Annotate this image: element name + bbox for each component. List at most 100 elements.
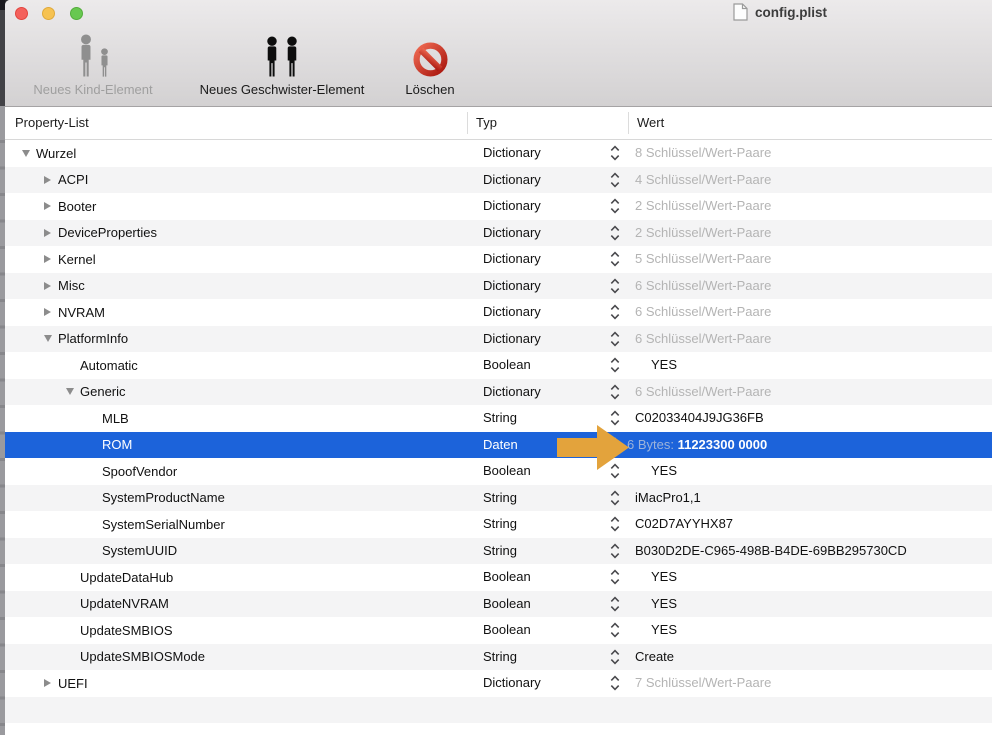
- row-type-cell[interactable]: Daten: [483, 432, 518, 459]
- disclosure-triangle-collapsed[interactable]: [44, 282, 51, 290]
- row-value-cell[interactable]: 4 Schlüssel/Wert-Paare: [635, 167, 771, 194]
- row-type-cell[interactable]: Boolean: [483, 458, 531, 485]
- table-row-misc[interactable]: MiscDictionary6 Schlüssel/Wert-Paare: [5, 273, 992, 300]
- disclosure-triangle-collapsed[interactable]: [44, 679, 51, 687]
- row-value-cell[interactable]: 6 Schlüssel/Wert-Paare: [635, 273, 771, 300]
- row-type-cell[interactable]: Dictionary: [483, 220, 541, 247]
- disclosure-triangle-collapsed[interactable]: [44, 308, 51, 316]
- table-row-spoofvendor[interactable]: SpoofVendorBooleanYES: [5, 458, 992, 485]
- row-value-cell[interactable]: 6 Schlüssel/Wert-Paare: [635, 299, 771, 326]
- value-stepper-icon[interactable]: [610, 490, 620, 506]
- row-value-cell[interactable]: 2 Schlüssel/Wert-Paare: [635, 220, 771, 247]
- value-stepper-icon[interactable]: [610, 331, 620, 347]
- disclosure-triangle-expanded[interactable]: [44, 335, 52, 342]
- row-value-cell[interactable]: 8 Schlüssel/Wert-Paare: [635, 140, 771, 167]
- row-type-cell[interactable]: Dictionary: [483, 193, 541, 220]
- row-value-cell[interactable]: YES: [651, 617, 677, 644]
- row-type-cell[interactable]: String: [483, 485, 517, 512]
- table-row-updatenvram[interactable]: UpdateNVRAMBooleanYES: [5, 591, 992, 618]
- table-row-rom[interactable]: ROMDaten6 Bytes: 11223300 0000: [5, 432, 992, 459]
- row-value-cell[interactable]: YES: [651, 352, 677, 379]
- table-row-updatedatahub[interactable]: UpdateDataHubBooleanYES: [5, 564, 992, 591]
- table-row-nvram[interactable]: NVRAMDictionary6 Schlüssel/Wert-Paare: [5, 299, 992, 326]
- row-value-cell[interactable]: 7 Schlüssel/Wert-Paare: [635, 670, 771, 697]
- table-row-uefi[interactable]: UEFIDictionary7 Schlüssel/Wert-Paare: [5, 670, 992, 697]
- window-minimize-button[interactable]: [42, 7, 55, 20]
- row-type-cell[interactable]: Boolean: [483, 591, 531, 618]
- disclosure-triangle-collapsed[interactable]: [44, 202, 51, 210]
- disclosure-triangle-collapsed[interactable]: [44, 176, 51, 184]
- row-type-cell[interactable]: Dictionary: [483, 167, 541, 194]
- table-row-acpi[interactable]: ACPIDictionary4 Schlüssel/Wert-Paare: [5, 167, 992, 194]
- row-type-cell[interactable]: Dictionary: [483, 670, 541, 697]
- row-type-cell[interactable]: Boolean: [483, 564, 531, 591]
- row-type-cell[interactable]: String: [483, 405, 517, 432]
- row-value-cell[interactable]: B030D2DE-C965-498B-B4DE-69BB295730CD: [635, 538, 907, 565]
- row-value-cell[interactable]: 6 Schlüssel/Wert-Paare: [635, 379, 771, 406]
- row-type-cell[interactable]: Dictionary: [483, 299, 541, 326]
- table-row-systemproductname[interactable]: SystemProductNameStringiMacPro1,1: [5, 485, 992, 512]
- disclosure-triangle-collapsed[interactable]: [44, 229, 51, 237]
- row-type-cell[interactable]: Dictionary: [483, 246, 541, 273]
- row-value-cell[interactable]: C02D7AYYHX87: [635, 511, 733, 538]
- value-stepper-icon[interactable]: [610, 172, 620, 188]
- disclosure-triangle-collapsed[interactable]: [44, 255, 51, 263]
- value-stepper-icon[interactable]: [610, 569, 620, 585]
- value-stepper-icon[interactable]: [610, 225, 620, 241]
- table-row-updatesmbiosmode[interactable]: UpdateSMBIOSModeStringCreate: [5, 644, 992, 671]
- column-divider[interactable]: [628, 112, 629, 134]
- row-value-cell[interactable]: Create: [635, 644, 674, 671]
- table-row-booter[interactable]: BooterDictionary2 Schlüssel/Wert-Paare: [5, 193, 992, 220]
- delete-button[interactable]: Löschen: [389, 28, 471, 98]
- row-type-cell[interactable]: Boolean: [483, 617, 531, 644]
- row-value-cell[interactable]: YES: [651, 458, 677, 485]
- row-type-cell[interactable]: Dictionary: [483, 273, 541, 300]
- row-type-cell[interactable]: String: [483, 644, 517, 671]
- table-row-deviceproperties[interactable]: DevicePropertiesDictionary2 Schlüssel/We…: [5, 220, 992, 247]
- row-value-cell[interactable]: C02033404J9JG36FB: [635, 405, 764, 432]
- value-stepper-icon[interactable]: [610, 198, 620, 214]
- column-header-wert[interactable]: Wert: [637, 107, 664, 139]
- window-close-button[interactable]: [15, 7, 28, 20]
- value-stepper-icon[interactable]: [610, 278, 620, 294]
- table-row-wurzel[interactable]: WurzelDictionary8 Schlüssel/Wert-Paare: [5, 140, 992, 167]
- new-child-element-button[interactable]: Neues Kind-Element: [11, 28, 175, 98]
- table-row-generic[interactable]: GenericDictionary6 Schlüssel/Wert-Paare: [5, 379, 992, 406]
- value-stepper-icon[interactable]: [610, 543, 620, 559]
- disclosure-triangle-expanded[interactable]: [66, 388, 74, 395]
- value-stepper-icon[interactable]: [610, 251, 620, 267]
- table-row-platforminfo[interactable]: PlatformInfoDictionary6 Schlüssel/Wert-P…: [5, 326, 992, 353]
- row-type-cell[interactable]: Dictionary: [483, 326, 541, 353]
- new-sibling-element-button[interactable]: Neues Geschwister-Element: [175, 28, 389, 98]
- row-type-cell[interactable]: String: [483, 511, 517, 538]
- value-stepper-icon[interactable]: [610, 675, 620, 691]
- table-row-systemuuid[interactable]: SystemUUIDStringB030D2DE-C965-498B-B4DE-…: [5, 538, 992, 565]
- column-header-property-list[interactable]: Property-List: [15, 107, 89, 139]
- value-stepper-icon[interactable]: [610, 357, 620, 373]
- value-stepper-icon[interactable]: [610, 649, 620, 665]
- value-stepper-icon[interactable]: [610, 596, 620, 612]
- row-value-cell[interactable]: 5 Schlüssel/Wert-Paare: [635, 246, 771, 273]
- column-divider[interactable]: [467, 112, 468, 134]
- row-value-cell[interactable]: YES: [651, 564, 677, 591]
- table-row-systemserialnumber[interactable]: SystemSerialNumberStringC02D7AYYHX87: [5, 511, 992, 538]
- row-value-cell[interactable]: 6 Bytes: 11223300 0000: [627, 432, 767, 459]
- table-row-updatesmbios[interactable]: UpdateSMBIOSBooleanYES: [5, 617, 992, 644]
- window-zoom-button[interactable]: [70, 7, 83, 20]
- value-stepper-icon[interactable]: [610, 384, 620, 400]
- column-header-typ[interactable]: Typ: [476, 107, 497, 139]
- value-stepper-icon[interactable]: [610, 622, 620, 638]
- table-row-mlb[interactable]: MLBStringC02033404J9JG36FB: [5, 405, 992, 432]
- row-type-cell[interactable]: Boolean: [483, 352, 531, 379]
- row-value-cell[interactable]: YES: [651, 591, 677, 618]
- value-stepper-icon[interactable]: [610, 304, 620, 320]
- row-value-cell[interactable]: 6 Schlüssel/Wert-Paare: [635, 326, 771, 353]
- value-stepper-icon[interactable]: [610, 145, 620, 161]
- disclosure-triangle-expanded[interactable]: [22, 150, 30, 157]
- row-type-cell[interactable]: Dictionary: [483, 140, 541, 167]
- row-value-cell[interactable]: iMacPro1,1: [635, 485, 701, 512]
- row-type-cell[interactable]: Dictionary: [483, 379, 541, 406]
- row-type-cell[interactable]: String: [483, 538, 517, 565]
- value-stepper-icon[interactable]: [610, 516, 620, 532]
- table-row-automatic[interactable]: AutomaticBooleanYES: [5, 352, 992, 379]
